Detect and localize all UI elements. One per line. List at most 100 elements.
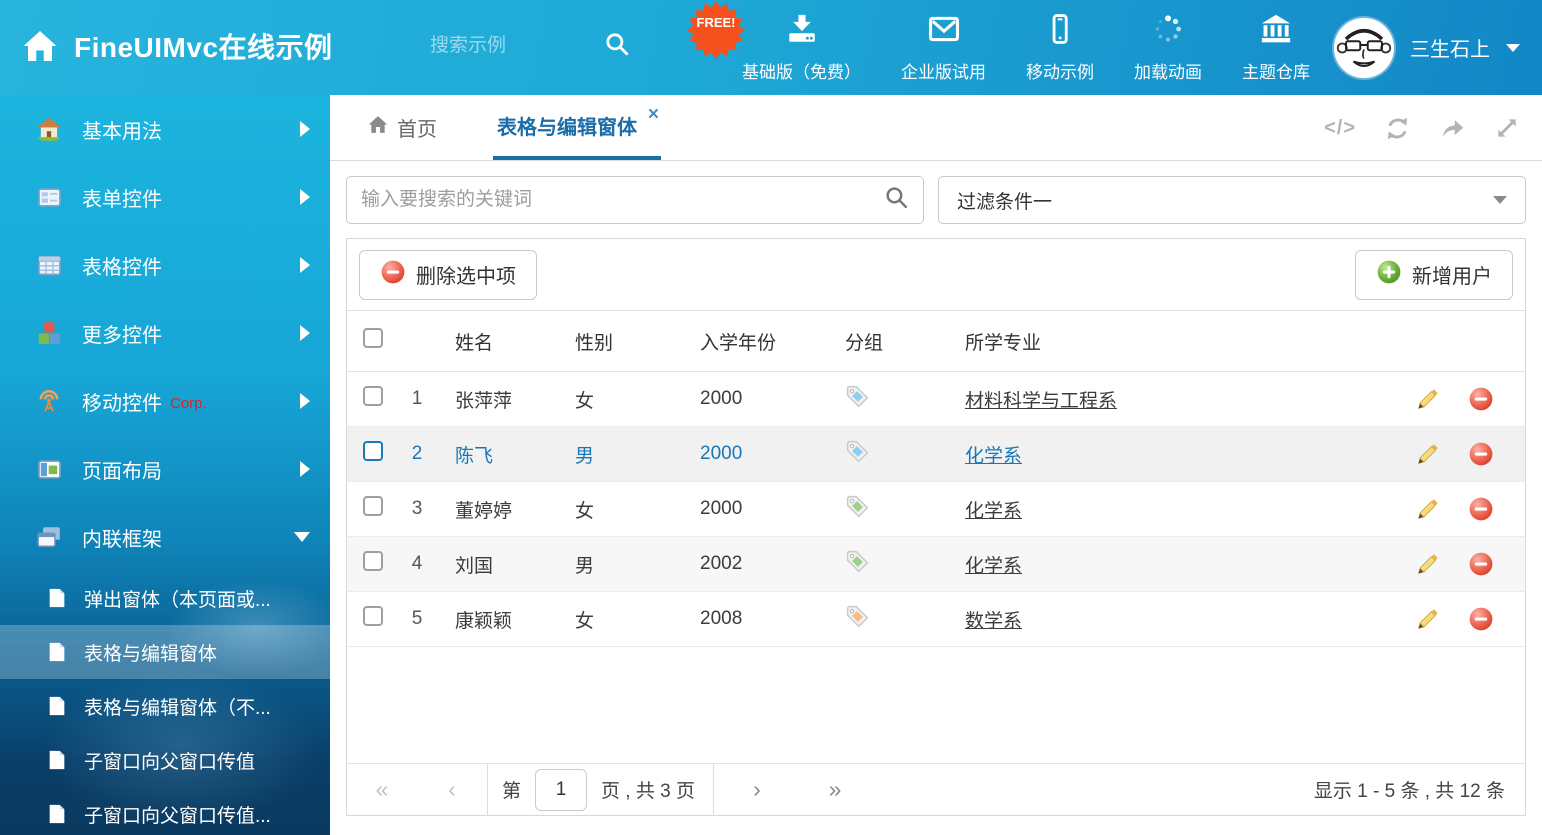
header-nav-loading-animation[interactable]: 加载动画 [1114, 12, 1222, 83]
page-first-button[interactable]: « [347, 776, 417, 803]
table-header: 姓名 性别 入学年份 分组 所学专业 [347, 311, 1525, 372]
sidebar-subitem-child-to-parent[interactable]: 子窗口向父窗口传值 [0, 733, 330, 787]
edit-icon[interactable] [1405, 441, 1451, 467]
grid-panel: 删除选中项 新增用户 姓名 性别 入学年份 分组 所学专业 [346, 238, 1526, 816]
tab-grid-edit-window[interactable]: 表格与编辑窗体 × [493, 95, 661, 160]
expand-icon[interactable] [1494, 115, 1520, 141]
major-link[interactable]: 数学系 [965, 611, 1022, 632]
sidebar-item-label: 表单控件 [82, 183, 162, 212]
select-all-checkbox[interactable] [363, 328, 383, 348]
user-menu[interactable]: 三生石上 [1334, 0, 1520, 95]
sidebar-item-iframe[interactable]: 内联框架 [0, 503, 330, 571]
major-link[interactable]: 化学系 [965, 501, 1022, 522]
page-number-input[interactable] [535, 769, 587, 811]
page-prev-button[interactable]: ‹ [417, 776, 487, 803]
edit-icon[interactable] [1405, 606, 1451, 632]
cell-group [825, 384, 945, 415]
header-nav-basic-free[interactable]: 基础版（免费） [722, 12, 881, 83]
filter-dropdown[interactable]: 过滤条件一 [938, 176, 1526, 224]
sidebar-subitem-grid-edit-window-2[interactable]: 表格与编辑窗体（不... [0, 679, 330, 733]
sidebar-subitem-child-to-parent-2[interactable]: 子窗口向父窗口传值... [0, 787, 330, 835]
header-nav-label: 主题仓库 [1242, 58, 1310, 83]
table-row[interactable]: 4 刘国 男 2002 化学系 [347, 537, 1525, 592]
chevron-down-icon [1506, 44, 1520, 52]
sidebar-item-grid-controls[interactable]: 表格控件 [0, 231, 330, 299]
mobile-icon [1043, 12, 1077, 51]
search-icon[interactable] [604, 31, 630, 62]
cell-year: 2008 [680, 608, 825, 630]
tab-home[interactable]: 首页 [360, 95, 445, 160]
page-icon [44, 695, 70, 717]
sidebar-item-more-controls[interactable]: 更多控件 [0, 299, 330, 367]
sidebar-subitem-popup-window[interactable]: 弹出窗体（本页面或... [0, 571, 330, 625]
header-search [430, 26, 645, 66]
keyword-search-input[interactable] [361, 189, 884, 211]
table-empty-area [347, 647, 1525, 763]
page-next-button[interactable]: › [714, 776, 800, 803]
search-icon[interactable] [884, 185, 909, 215]
sidebar-item-mobile-controls[interactable]: 移动控件 Corp. [0, 367, 330, 435]
keyword-search-box [346, 176, 924, 224]
header-nav-enterprise-trial[interactable]: 企业版试用 [881, 12, 1006, 83]
sidebar-item-basic-usage[interactable]: 基本用法 [0, 95, 330, 163]
row-checkbox[interactable] [363, 606, 383, 626]
header-nav-theme-store[interactable]: 主题仓库 [1222, 12, 1330, 83]
row-checkbox[interactable] [363, 496, 383, 516]
refresh-icon[interactable] [1384, 115, 1411, 142]
minus-circle-icon [380, 259, 406, 291]
header-search-input[interactable] [430, 35, 590, 57]
delete-icon[interactable] [1451, 496, 1511, 522]
tag-icon [845, 439, 870, 470]
tab-label: 表格与编辑窗体 [497, 111, 637, 140]
filter-dropdown-value: 过滤条件一 [957, 187, 1052, 214]
delete-icon[interactable] [1451, 606, 1511, 632]
tab-bar: 首页 表格与编辑窗体 × </> [330, 95, 1542, 161]
row-checkbox[interactable] [363, 551, 383, 571]
form-icon [34, 185, 64, 210]
cell-row-number: 2 [399, 443, 435, 465]
sidebar-item-form-controls[interactable]: 表单控件 [0, 163, 330, 231]
code-icon[interactable]: </> [1324, 117, 1356, 140]
table-row[interactable]: 3 董婷婷 女 2000 化学系 [347, 482, 1525, 537]
delete-icon[interactable] [1451, 386, 1511, 412]
sidebar-subitem-label: 表格与编辑窗体（不... [84, 693, 271, 720]
chevron-right-icon [300, 461, 310, 477]
avatar[interactable] [1334, 18, 1394, 78]
page-icon [44, 587, 70, 609]
table-row[interactable]: 2 陈飞 男 2000 化学系 [347, 427, 1525, 482]
main-content: 首页 表格与编辑窗体 × </> [330, 95, 1542, 835]
major-link[interactable]: 化学系 [965, 556, 1022, 577]
delete-icon[interactable] [1451, 441, 1511, 467]
header-nav-mobile-demo[interactable]: 移动示例 [1006, 12, 1114, 83]
cell-group [825, 439, 945, 470]
sidebar-item-label: 内联框架 [82, 523, 162, 552]
sidebar-subitem-label: 子窗口向父窗口传值... [84, 801, 271, 828]
page-last-button[interactable]: » [800, 776, 870, 803]
cell-gender: 女 [555, 606, 680, 633]
major-link[interactable]: 化学系 [965, 446, 1022, 467]
edit-icon[interactable] [1405, 496, 1451, 522]
house-icon [34, 116, 64, 142]
sidebar-item-page-layout[interactable]: 页面布局 [0, 435, 330, 503]
grid-icon [34, 253, 64, 278]
delete-selected-button[interactable]: 删除选中项 [359, 250, 537, 300]
cell-row-number: 4 [399, 553, 435, 575]
header-nav-label: 加载动画 [1134, 58, 1202, 83]
edit-icon[interactable] [1405, 386, 1451, 412]
home-icon[interactable] [22, 29, 58, 68]
delete-icon[interactable] [1451, 551, 1511, 577]
table-row[interactable]: 5 康颖颖 女 2008 数学系 [347, 592, 1525, 647]
layout-icon [34, 457, 64, 482]
cell-gender: 女 [555, 496, 680, 523]
close-icon[interactable]: × [648, 105, 659, 124]
table-row[interactable]: 1 张萍萍 女 2000 材料科学与工程系 [347, 372, 1525, 427]
row-checkbox[interactable] [363, 386, 383, 406]
major-link[interactable]: 材料科学与工程系 [965, 391, 1117, 412]
add-user-button[interactable]: 新增用户 [1355, 250, 1513, 300]
sidebar-subitem-grid-edit-window[interactable]: 表格与编辑窗体 [0, 625, 330, 679]
row-checkbox[interactable] [363, 441, 383, 461]
share-icon[interactable] [1439, 115, 1466, 142]
cell-row-number: 5 [399, 608, 435, 630]
edit-icon[interactable] [1405, 551, 1451, 577]
pagination-bar: « ‹ 第 页 , 共 3 页 › » 显示 1 - 5 条 , 共 12 条 [347, 763, 1525, 815]
